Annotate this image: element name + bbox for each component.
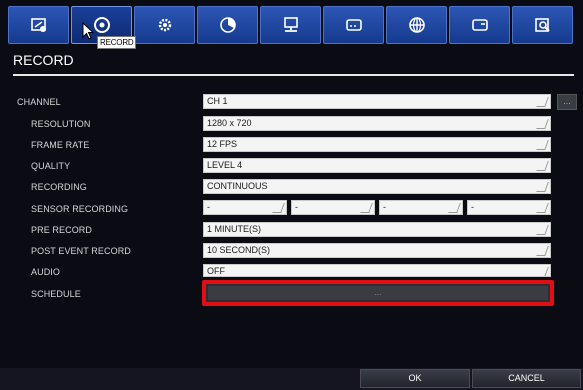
schedule-highlight: ...	[202, 280, 554, 306]
recording-select[interactable]: CONTINUOUS	[203, 179, 551, 194]
resolution-label: RESOLUTION	[31, 119, 91, 129]
tab-event[interactable]	[197, 6, 258, 44]
schedule-label: SCHEDULE	[31, 289, 81, 299]
sensor-recording-group: - - - -	[203, 200, 551, 215]
chevron-down-icon	[536, 246, 549, 256]
quality-label: QUALITY	[31, 161, 71, 171]
sensor-value: -	[383, 202, 386, 212]
schedule-button[interactable]: ...	[208, 286, 548, 300]
tab-system[interactable]	[134, 6, 195, 44]
channel-select[interactable]: CH 1	[203, 94, 551, 109]
globe-icon	[408, 17, 425, 33]
post-event-record-value: 10 SECOND(S)	[207, 245, 271, 255]
post-event-record-select[interactable]: 10 SECOND(S)	[203, 243, 551, 258]
tab-storage[interactable]	[323, 6, 384, 44]
frame-rate-label: FRAME RATE	[31, 140, 90, 150]
storage-icon	[345, 19, 362, 31]
sensor-select-4[interactable]: -	[467, 200, 551, 215]
pre-record-select[interactable]: 1 MINUTE(S)	[203, 222, 551, 237]
chevron-down-icon	[360, 203, 373, 213]
mouse-cursor-icon	[82, 22, 95, 40]
chevron-down-icon	[536, 140, 549, 150]
tooltip-record: RECORD	[97, 36, 137, 49]
sensor-select-3[interactable]: -	[379, 200, 463, 215]
pre-record-label: PRE RECORD	[31, 225, 93, 235]
sensor-value: -	[471, 202, 474, 212]
sensor-recording-label: SENSOR RECORDING	[31, 204, 129, 214]
audio-label: AUDIO	[31, 267, 61, 277]
channel-more-button[interactable]: ...	[557, 94, 577, 110]
chevron-down-icon	[536, 97, 549, 107]
tab-internet[interactable]	[386, 6, 447, 44]
chevron-down-icon	[536, 267, 549, 276]
sensor-select-2[interactable]: -	[291, 200, 375, 215]
pie-icon	[219, 17, 236, 33]
pre-record-value: 1 MINUTE(S)	[207, 224, 261, 234]
tab-display[interactable]	[8, 6, 69, 44]
gear-icon	[158, 18, 171, 32]
cancel-button[interactable]: CANCEL	[472, 369, 581, 388]
recording-label: RECORDING	[31, 182, 87, 192]
sensor-value: -	[295, 202, 298, 212]
monitor-settings-icon	[30, 18, 46, 32]
audio-select[interactable]: OFF	[203, 264, 551, 277]
chevron-down-icon	[536, 119, 549, 129]
chevron-down-icon	[536, 225, 549, 235]
sensor-select-1[interactable]: -	[203, 200, 287, 215]
ok-button[interactable]: OK	[360, 369, 470, 388]
tab-search[interactable]	[512, 6, 573, 44]
chevron-down-icon	[536, 203, 549, 213]
frame-rate-select[interactable]: 12 FPS	[203, 137, 551, 152]
recording-value: CONTINUOUS	[207, 181, 268, 191]
tab-network[interactable]	[260, 6, 321, 44]
audio-value: OFF	[207, 266, 225, 276]
chevron-down-icon	[536, 182, 549, 192]
title-divider	[13, 74, 574, 76]
dvr-screen: RECORD RECORD CHANNEL CH 1 ... RESOLUTIO…	[0, 0, 583, 390]
sensor-value: -	[207, 202, 210, 212]
network-icon	[283, 17, 298, 32]
page-title: RECORD	[13, 52, 74, 68]
device-icon	[471, 19, 488, 31]
channel-value: CH 1	[207, 96, 228, 106]
quality-value: LEVEL 4	[207, 160, 243, 170]
chevron-down-icon	[448, 203, 461, 213]
chevron-down-icon	[272, 203, 285, 213]
tab-device[interactable]	[449, 6, 510, 44]
frame-rate-value: 12 FPS	[207, 139, 238, 149]
resolution-value: 1280 x 720	[207, 118, 252, 128]
resolution-select[interactable]: 1280 x 720	[203, 116, 551, 131]
chevron-down-icon	[536, 161, 549, 171]
search-icon	[534, 18, 550, 32]
channel-label: CHANNEL	[17, 97, 61, 107]
quality-select[interactable]: LEVEL 4	[203, 158, 551, 173]
post-event-record-label: POST EVENT RECORD	[31, 246, 131, 256]
